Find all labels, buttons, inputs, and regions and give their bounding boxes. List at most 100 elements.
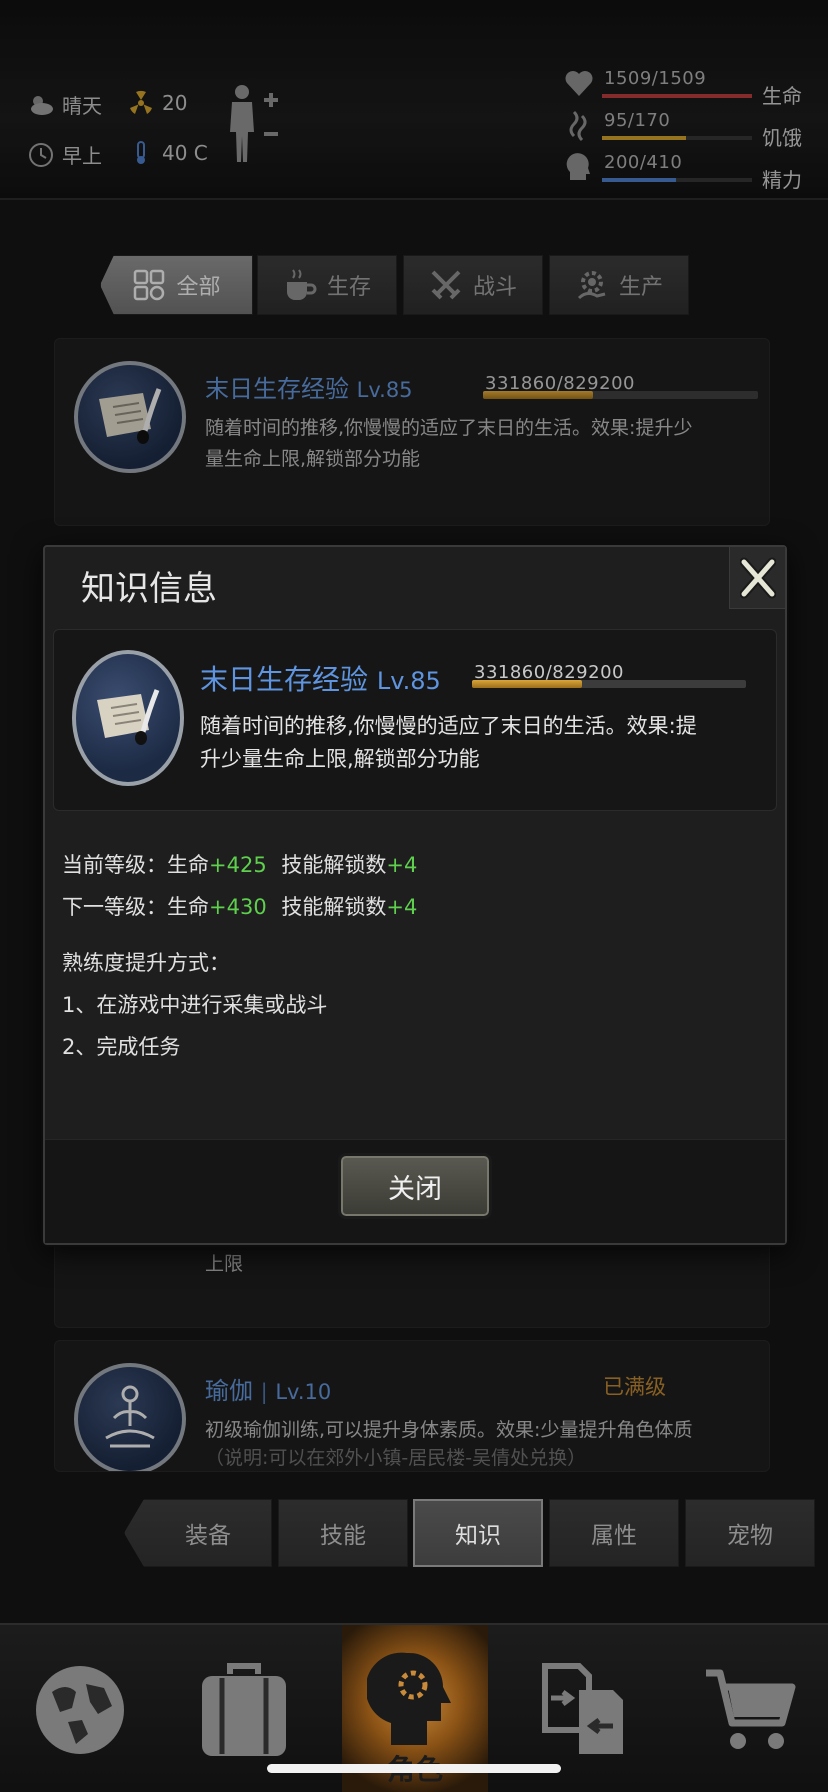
life-bar xyxy=(602,94,752,98)
thermometer-icon xyxy=(137,141,145,164)
temperature-indicator: 40 C xyxy=(128,140,208,166)
skill-desc-line-1: 随着时间的推移,你慢慢的适应了末日的生活。效果:提升少 xyxy=(205,417,693,439)
grid-icon xyxy=(134,269,165,301)
modal-skill-xp-bar xyxy=(472,680,746,688)
meditation-icon xyxy=(74,1363,186,1471)
skill-level: Lv.85 xyxy=(356,378,413,402)
tab-knowledge[interactable]: 知识 xyxy=(413,1499,543,1567)
close-icon[interactable] xyxy=(729,547,785,609)
current-level-stats: 当前等级：生命+425 技能解锁数+4 xyxy=(62,849,417,879)
time-text: 早上 xyxy=(62,144,102,168)
modal-skill-level: Lv.85 xyxy=(376,667,441,695)
scroll-graphic xyxy=(99,388,162,444)
character-icon xyxy=(367,1652,451,1745)
modal-desc-line-1: 随着时间的推移,你慢慢的适应了末日的生活。效果:提 xyxy=(200,714,697,738)
skill-card-yoga[interactable]: 瑜伽 | Lv.10 已满级 初级瑜伽训练,可以提升身体素质。效果:少量提升角色… xyxy=(54,1340,770,1472)
radiation-indicator: 20 xyxy=(128,90,187,116)
skill-card-title: 末日生存经验 Lv.85 xyxy=(205,369,413,404)
radiation-value: 20 xyxy=(162,91,188,115)
cloud-sun-icon xyxy=(31,95,53,115)
backpack-icon xyxy=(202,1662,286,1756)
brain-head-icon xyxy=(566,153,590,180)
temperature-text: 40 C xyxy=(162,141,208,165)
hunger-value: 95/170 xyxy=(604,110,671,131)
heart-icon xyxy=(565,71,593,96)
tab-production[interactable]: 生产 xyxy=(549,255,689,315)
modal-skill-description: 随着时间的推移,你慢慢的适应了末日的生活。效果:提 升少量生命上限,解锁部分功能 xyxy=(200,710,697,776)
method-item-2: 2、完成任务 xyxy=(62,1035,181,1059)
tab-pets[interactable]: 宠物 xyxy=(685,1499,815,1567)
current-life-bonus: +425 xyxy=(209,853,267,877)
modal-desc-line-2: 升少量生命上限,解锁部分功能 xyxy=(200,747,480,771)
current-skill-bonus: +4 xyxy=(386,853,418,877)
modal-skill-card: 末日生存经验 Lv.85 331860/829200 随着时间的推移,你慢慢的适… xyxy=(53,629,777,811)
scroll-graphic xyxy=(97,689,160,745)
yoga-max-badge: 已满级 xyxy=(603,1375,666,1399)
knowledge-info-dialog: 知识信息 末日生存经验 Lv.85 331860/829200 随着时间的推移,… xyxy=(43,545,787,1245)
current-skill-label: 技能解锁数 xyxy=(281,853,387,877)
vital-energy: 200/410 精力 xyxy=(564,152,804,192)
yoga-level: Lv.10 xyxy=(275,1380,332,1404)
steam-icon xyxy=(569,110,587,142)
skill-xp-bar xyxy=(483,391,758,399)
tab-survival[interactable]: 生存 xyxy=(257,255,397,315)
tab-skills[interactable]: 技能 xyxy=(278,1499,408,1567)
life-value: 1509/1509 xyxy=(604,68,707,89)
energy-bar xyxy=(602,178,752,182)
modal-title: 知识信息 xyxy=(81,569,217,609)
radiation-icon xyxy=(130,90,152,114)
crossed-swords-icon xyxy=(431,270,461,300)
next-level-label: 下一等级：生命 xyxy=(62,895,209,919)
tab-combat[interactable]: 战斗 xyxy=(403,255,543,315)
next-life-bonus: +430 xyxy=(209,895,267,919)
tab-combat-label: 战斗 xyxy=(472,275,517,300)
yoga-description: 初级瑜伽训练,可以提升身体素质。效果:少量提升角色体质 xyxy=(205,1419,693,1441)
energy-label: 精力 xyxy=(762,168,802,192)
modal-footer: 关闭 xyxy=(45,1139,785,1243)
skill-partial-text: 上限 xyxy=(205,1253,244,1275)
scroll-quill-icon xyxy=(74,361,186,473)
time-indicator: 早上 xyxy=(28,140,102,169)
life-label: 生命 xyxy=(762,84,802,108)
status-bar: 晴天 20 早上 40 C 1509/1509 生命 95/170 饥饿 200… xyxy=(0,0,828,200)
method-title: 熟练度提升方式： xyxy=(62,951,230,975)
cart-icon xyxy=(706,1669,796,1749)
yoga-title: 瑜伽 | Lv.10 xyxy=(205,1377,332,1405)
nav-map[interactable] xyxy=(10,1625,150,1792)
current-level-label: 当前等级：生命 xyxy=(62,853,209,877)
gear-hand-icon xyxy=(577,271,606,300)
vital-hunger: 95/170 饥饿 xyxy=(564,110,804,150)
meditation-graphic xyxy=(105,1385,155,1448)
weather-indicator: 晴天 xyxy=(28,90,102,119)
skill-name: 末日生存经验 xyxy=(205,375,349,403)
vital-life: 1509/1509 生命 xyxy=(564,68,804,108)
map-icon xyxy=(36,1665,124,1754)
cup-icon xyxy=(286,269,317,300)
tab-production-label: 生产 xyxy=(618,275,663,300)
energy-value: 200/410 xyxy=(604,152,683,173)
tab-all[interactable]: 全部 xyxy=(100,255,253,315)
tab-equipment[interactable]: 装备 xyxy=(124,1499,272,1567)
next-skill-bonus: +4 xyxy=(386,895,418,919)
close-button[interactable]: 关闭 xyxy=(338,1153,492,1219)
yoga-name: 瑜伽 xyxy=(205,1377,253,1405)
tab-all-label: 全部 xyxy=(176,275,221,300)
nav-shop[interactable] xyxy=(680,1625,820,1792)
close-x-glyph xyxy=(739,557,776,598)
weather-text: 晴天 xyxy=(62,94,102,118)
tab-attributes[interactable]: 属性 xyxy=(549,1499,679,1567)
hunger-bar xyxy=(602,136,752,140)
clock-icon xyxy=(29,142,53,167)
skill-desc-line-2: 量生命上限,解锁部分功能 xyxy=(205,448,421,470)
tab-survival-label: 生存 xyxy=(326,275,371,300)
scroll-quill-icon xyxy=(72,650,184,786)
yoga-note: （说明:可以在郊外小镇-居民楼-吴倩处兑换） xyxy=(205,1447,587,1469)
method-item-1: 1、在游戏中进行采集或战斗 xyxy=(62,993,328,1017)
skill-card-survival[interactable]: 末日生存经验 Lv.85 331860/829200 随着时间的推移,你慢慢的适… xyxy=(54,338,770,526)
body-figure-icon[interactable] xyxy=(226,82,282,164)
modal-skill-title: 末日生存经验 Lv.85 xyxy=(200,658,441,698)
trade-icon xyxy=(542,1662,623,1754)
home-indicator[interactable] xyxy=(267,1764,561,1773)
next-skill-label: 技能解锁数 xyxy=(281,895,387,919)
next-level-stats: 下一等级：生命+430 技能解锁数+4 xyxy=(62,891,417,921)
